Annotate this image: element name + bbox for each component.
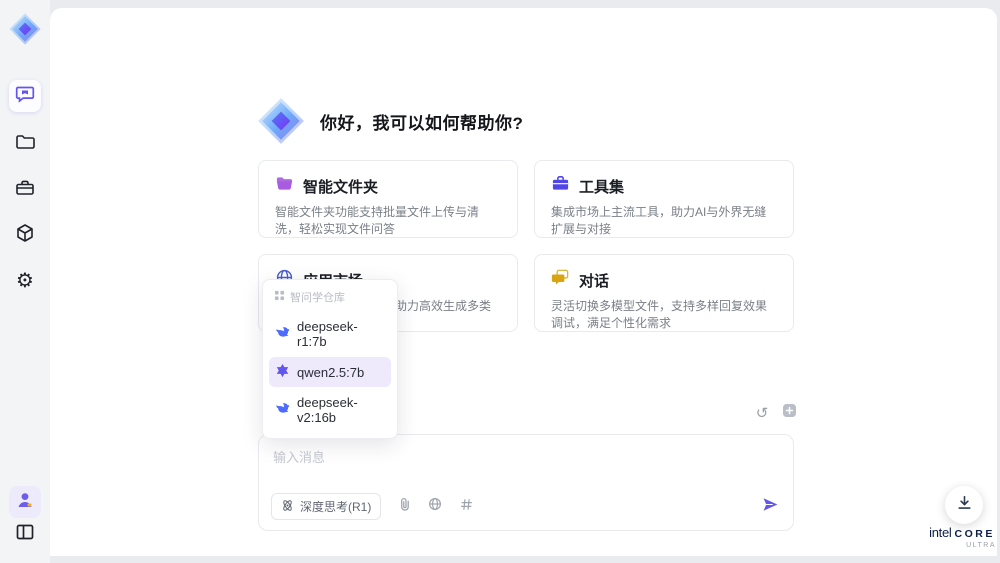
sidebar-item-user[interactable] [9,486,41,518]
intel-product-text: core [954,528,995,540]
sidebar-item-folders[interactable] [9,128,41,160]
new-chat-button[interactable] [780,404,798,422]
attachment-icon [398,497,411,517]
model-option-deepseek-r1[interactable]: deepseek-r1:7b [269,313,391,355]
deepseek-icon [275,325,290,343]
send-icon [761,495,780,519]
briefcase-icon [551,174,570,198]
card-title: 工具集 [579,178,625,196]
model-dropdown: 智问学仓库 deepseek-r1:7b qwen2.5:7b deepseek… [262,279,398,439]
knowledge-button[interactable] [457,498,475,516]
history-icon: ↺ [755,403,769,422]
user-icon [14,489,36,516]
card-description: 灵活切换多模型文件，支持多样回复效果调试，满足个性化需求 [551,299,768,331]
globe-icon [428,497,442,516]
download-icon [956,494,973,516]
greeting-title: 你好，我可以如何帮助你? [320,113,524,133]
chat-composer: 深度思考(R1) [258,434,794,531]
sidebar-item-panel-toggle[interactable] [9,518,41,550]
download-button[interactable] [945,486,983,524]
card-toolset[interactable]: 工具集 集成市场上主流工具，助力AI与外界无缝扩展与对接 [534,160,794,238]
intel-brand-text: intel [929,525,952,540]
deep-think-label: 深度思考(R1) [300,500,372,514]
panel-icon [14,521,36,548]
deep-think-toggle[interactable]: 深度思考(R1) [271,493,382,520]
card-description: 集成市场上主流工具，助力AI与外界无缝扩展与对接 [551,205,767,237]
app-window: ⚙ 你好，我可以如何帮助你? 智能文件夹 智能文件夹功能支持批量文件上传与清洗，… [0,0,1000,563]
new-chat-icon [782,403,797,423]
model-option-label: deepseek-r1:7b [297,319,358,349]
sidebar-item-toolbox[interactable] [9,174,41,206]
model-option-qwen[interactable]: qwen2.5:7b [269,357,391,387]
composer-top-actions: ↺ [753,404,798,422]
send-button[interactable] [759,495,781,519]
sidebar-item-chat[interactable] [9,80,41,112]
deepseek-icon [275,401,290,419]
briefcase-icon [14,177,36,204]
intel-tier-text: ultra [966,541,996,549]
folder-icon [14,131,36,158]
chat-icon [14,83,36,110]
model-dropdown-header-label: 智问学仓库 [290,292,345,304]
cube-icon [14,222,36,249]
app-logo-icon [256,96,306,146]
composer-icons [395,497,475,517]
composer-toolbar: 深度思考(R1) [271,493,781,520]
qwen-icon [275,363,290,381]
model-option-label: qwen2.5:7b [297,364,365,380]
card-dialogue[interactable]: 对话 灵活切换多模型文件，支持多样回复效果调试，满足个性化需求 [534,254,794,332]
grid-icon [274,290,285,304]
model-dropdown-header: 智问学仓库 [269,287,391,311]
sidebar-item-models[interactable] [9,219,41,251]
chat-bubbles-icon [551,268,570,292]
hash-icon [460,498,473,516]
history-button[interactable]: ↺ [753,404,771,422]
model-option-label: deepseek-v2:16b [297,395,358,425]
folder-icon [275,174,294,198]
attach-button[interactable] [395,497,413,517]
app-logo-icon [8,12,42,46]
sidebar: ⚙ [0,0,50,563]
model-option-deepseek-v2[interactable]: deepseek-v2:16b [269,389,391,431]
card-description: 智能文件夹功能支持批量文件上传与清洗，轻松实现文件问答 [275,205,480,237]
message-input[interactable] [259,435,793,479]
web-button[interactable] [426,497,444,516]
hero: 你好，我可以如何帮助你? [256,96,523,146]
card-title: 智能文件夹 [303,178,379,196]
card-title: 对话 [579,272,610,290]
gear-icon: ⚙ [16,268,34,292]
sidebar-item-settings[interactable]: ⚙ [9,264,41,296]
intel-core-badge: intel core ultra [922,525,1000,549]
card-smart-folder[interactable]: 智能文件夹 智能文件夹功能支持批量文件上传与清洗，轻松实现文件问答 [258,160,518,238]
atom-icon [281,499,294,515]
